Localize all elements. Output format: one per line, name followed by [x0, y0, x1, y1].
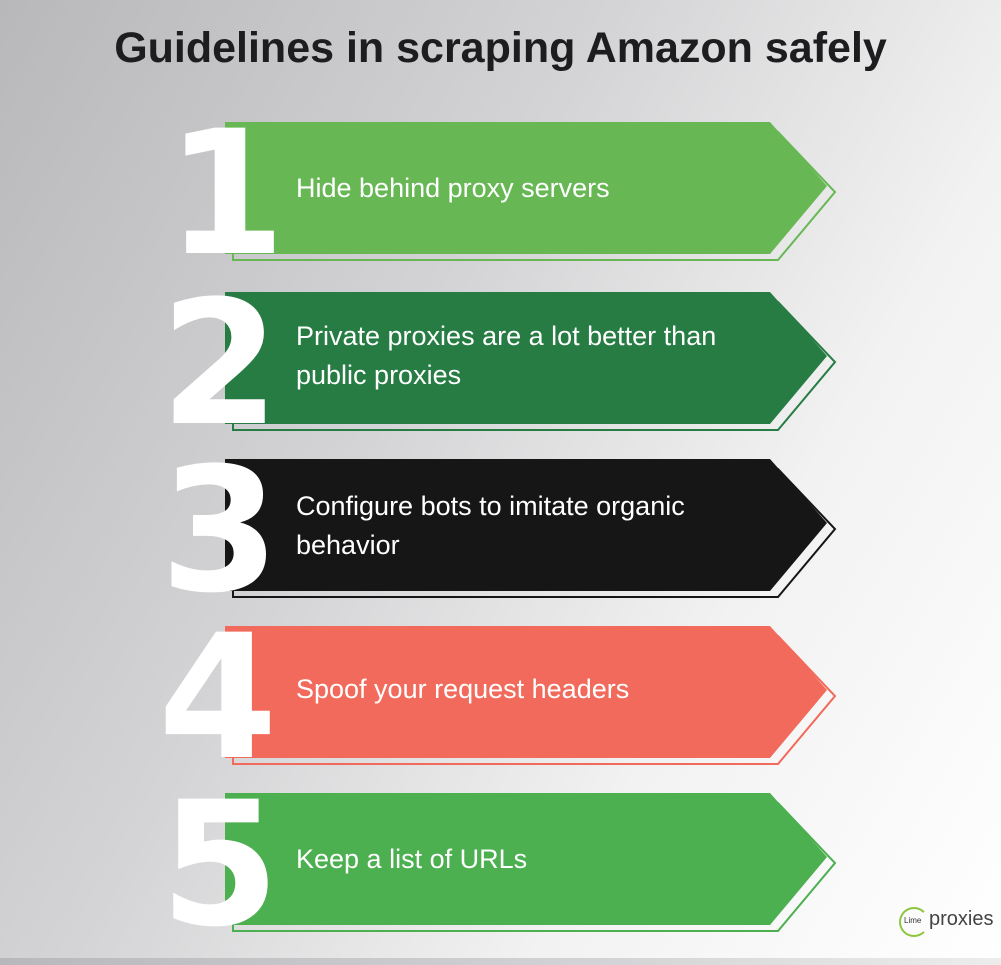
- guideline-item-4: 4 Spoof your request headers: [0, 612, 1001, 784]
- guideline-item-3: 3 Configure bots to imitate organic beha…: [0, 445, 1001, 617]
- step-number: 1: [166, 93, 286, 294]
- logo-big-text: proxies: [929, 908, 994, 930]
- step-text: Private proxies are a lot better than pu…: [296, 321, 717, 390]
- page-title: Guidelines in scraping Amazon safely: [114, 24, 887, 72]
- step-number: 4: [158, 597, 278, 798]
- guideline-item-2: 2 Private proxies are a lot better than …: [0, 278, 1001, 450]
- lime-proxies-logo: Lime proxies: [899, 904, 993, 940]
- step-number: 5: [160, 764, 280, 965]
- step-text: Spoof your request headers: [296, 674, 630, 704]
- step-text: Configure bots to imitate organic behavi…: [296, 491, 685, 560]
- step-text: Hide behind proxy servers: [296, 173, 610, 203]
- guideline-item-5: 5 Keep a list of URLs: [0, 779, 1001, 951]
- step-text: Keep a list of URLs: [296, 844, 528, 874]
- guideline-item-1: 1 Hide behind proxy servers: [0, 108, 1001, 280]
- step-number: 3: [160, 430, 280, 631]
- logo-small-text: Lime: [904, 916, 922, 925]
- step-number: 2: [160, 263, 280, 464]
